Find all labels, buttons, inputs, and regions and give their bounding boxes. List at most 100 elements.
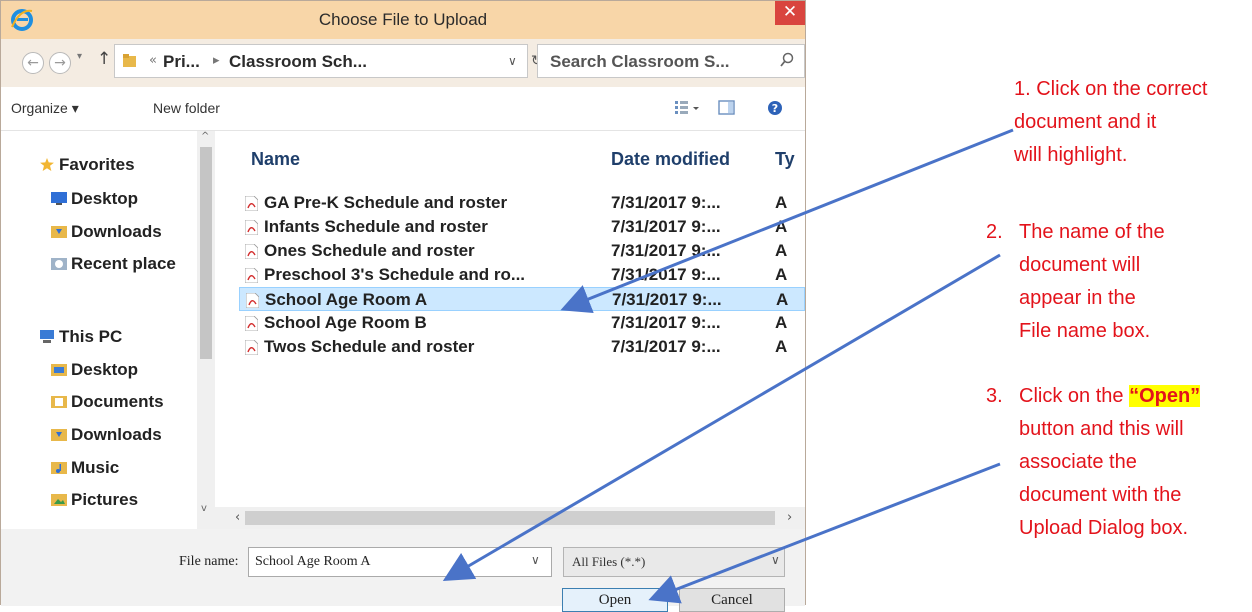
file-date-modified: 7/31/2017 9:... bbox=[611, 265, 721, 284]
file-row[interactable]: Ones Schedule and roster 7/31/2017 9:... A bbox=[239, 239, 805, 263]
nav-recent-places[interactable]: Recent place bbox=[51, 254, 176, 274]
step-1-line-3: will highlight. bbox=[1014, 144, 1128, 166]
nav-pc-downloads-label: Downloads bbox=[71, 425, 162, 444]
file-list-horizontal-scrollbar[interactable]: ‹ › bbox=[215, 507, 805, 529]
pdf-file-icon bbox=[245, 340, 258, 355]
nav-pc-downloads[interactable]: Downloads bbox=[51, 425, 162, 445]
nav-music[interactable]: Music bbox=[51, 458, 119, 478]
folder-icon bbox=[123, 54, 136, 67]
pdf-file-icon bbox=[245, 220, 258, 235]
search-input[interactable]: Search Classroom S... bbox=[550, 52, 730, 72]
breadcrumb-item-pri[interactable]: Pri... bbox=[163, 52, 200, 72]
forward-button[interactable]: → bbox=[49, 52, 71, 74]
nav-scrollbar-thumb[interactable] bbox=[200, 147, 212, 359]
open-button[interactable]: Open bbox=[562, 588, 668, 612]
nav-pictures[interactable]: Pictures bbox=[51, 490, 138, 510]
help-icon[interactable]: ? bbox=[766, 99, 784, 117]
nav-this-pc[interactable]: This PC bbox=[39, 327, 122, 347]
file-name: Ones Schedule and roster bbox=[264, 241, 475, 260]
file-name-input[interactable]: School Age Room A bbox=[248, 547, 552, 577]
nav-recent-places-label: Recent place bbox=[71, 254, 176, 273]
search-box[interactable]: Search Classroom S... bbox=[537, 44, 805, 78]
address-bar: ← → ▾ ↑ « Pri... ▸ Classroom Sch... ∨ ↻ … bbox=[1, 39, 805, 87]
file-date-modified: 7/31/2017 9:... bbox=[611, 193, 721, 212]
chevron-right-icon: ▸ bbox=[213, 53, 220, 68]
preview-pane-icon[interactable] bbox=[717, 99, 737, 117]
nav-downloads[interactable]: Downloads bbox=[51, 222, 162, 242]
navigation-pane: Favorites Desktop Downloads Recent place… bbox=[1, 131, 215, 529]
pdf-file-icon bbox=[245, 196, 258, 211]
computer-icon bbox=[40, 330, 54, 343]
command-bar: Organize ▾ New folder ? bbox=[1, 87, 805, 131]
file-name: Twos Schedule and roster bbox=[264, 337, 475, 356]
file-type: A bbox=[775, 313, 788, 332]
nav-pc-desktop[interactable]: Desktop bbox=[51, 360, 138, 380]
desktop-icon bbox=[51, 192, 67, 205]
file-type-chevron-icon[interactable]: ∨ bbox=[771, 553, 780, 567]
back-button[interactable]: ← bbox=[22, 52, 44, 74]
breadcrumb-item-classroom[interactable]: Classroom Sch... bbox=[229, 52, 367, 72]
file-type-select[interactable]: All Files (*.*) bbox=[563, 547, 785, 577]
search-icon[interactable] bbox=[780, 52, 794, 68]
file-upload-dialog: Choose File to Upload ✕ ← → ▾ ↑ « Pri...… bbox=[0, 0, 806, 612]
cancel-button[interactable]: Cancel bbox=[679, 588, 785, 612]
column-header-date-modified[interactable]: Date modified bbox=[611, 149, 730, 170]
breadcrumb[interactable]: « Pri... ▸ Classroom Sch... ∨ ↻ bbox=[114, 44, 543, 78]
file-row[interactable]: Infants Schedule and roster 7/31/2017 9:.… bbox=[239, 215, 805, 239]
file-name: School Age Room A bbox=[265, 290, 428, 309]
file-type: A bbox=[775, 265, 788, 284]
file-name: GA Pre-K Schedule and roster bbox=[264, 193, 508, 212]
organize-menu[interactable]: Organize ▾ bbox=[11, 100, 79, 117]
file-row[interactable]: Twos Schedule and roster 7/31/2017 9:... A bbox=[239, 335, 805, 359]
nav-documents-label: Documents bbox=[71, 392, 164, 411]
step-3-line-3: associate the bbox=[1019, 451, 1137, 473]
file-row[interactable]: GA Pre-K Schedule and roster 7/31/2017 9:… bbox=[239, 191, 805, 215]
file-type: A bbox=[775, 337, 788, 356]
step-3-line-2: button and this will bbox=[1019, 418, 1184, 440]
file-date-modified: 7/31/2017 9:... bbox=[611, 217, 721, 236]
file-row[interactable]: Preschool 3's Schedule and ro... 7/31/201… bbox=[239, 263, 805, 287]
documents-folder-icon bbox=[51, 396, 67, 408]
horizontal-scrollbar-thumb[interactable] bbox=[245, 511, 775, 525]
nav-favorites[interactable]: Favorites bbox=[39, 155, 135, 175]
file-date-modified: 7/31/2017 9:... bbox=[611, 241, 721, 260]
open-highlight: “Open” bbox=[1129, 385, 1201, 407]
step-3-number: 3. bbox=[986, 385, 1003, 407]
column-header-name[interactable]: Name bbox=[251, 149, 300, 170]
file-row[interactable]: School Age Room B 7/31/2017 9:... A bbox=[239, 311, 805, 335]
star-icon bbox=[40, 158, 54, 171]
file-row[interactable]: School Age Room A 7/31/2017 9:... A bbox=[239, 287, 805, 311]
file-date-modified: 7/31/2017 9:... bbox=[611, 337, 721, 356]
file-name-area: File name: School Age Room A ∨ All Files… bbox=[1, 529, 805, 612]
chevron-down-icon[interactable]: ∨ bbox=[508, 54, 517, 68]
scroll-left-icon[interactable]: ‹ bbox=[235, 510, 240, 525]
breadcrumb-overflow[interactable]: « bbox=[149, 53, 157, 68]
nav-pc-desktop-label: Desktop bbox=[71, 360, 139, 379]
file-type: A bbox=[775, 241, 788, 260]
step-3-line-5: Upload Dialog box. bbox=[1019, 517, 1188, 539]
file-list: Name Date modified Ty GA Pre-K Schedule … bbox=[231, 131, 805, 507]
close-button[interactable]: ✕ bbox=[775, 1, 805, 25]
file-type: A bbox=[775, 193, 788, 212]
scroll-right-icon[interactable]: › bbox=[787, 510, 792, 525]
title-bar: Choose File to Upload ✕ bbox=[1, 1, 805, 39]
back-arrow-icon: ← bbox=[27, 55, 39, 71]
file-name-dropdown-chevron-icon[interactable]: ∨ bbox=[531, 553, 540, 567]
file-name-label: File name: bbox=[179, 554, 239, 569]
svg-text:?: ? bbox=[772, 102, 778, 115]
nav-scrollbar[interactable]: ^ v bbox=[197, 131, 215, 529]
forward-arrow-icon: → bbox=[54, 55, 66, 71]
scroll-down-icon[interactable]: v bbox=[201, 503, 207, 514]
step-2-line-1: The name of the bbox=[1019, 221, 1165, 243]
nav-documents[interactable]: Documents bbox=[51, 392, 164, 412]
pdf-file-icon bbox=[246, 293, 259, 308]
step-3-text: Click on the bbox=[1019, 385, 1130, 407]
up-arrow-icon[interactable]: ↑ bbox=[97, 49, 111, 69]
scroll-up-icon[interactable]: ^ bbox=[201, 131, 209, 142]
column-header-type[interactable]: Ty bbox=[775, 149, 795, 170]
nav-desktop[interactable]: Desktop bbox=[51, 189, 138, 209]
nav-this-pc-label: This PC bbox=[59, 327, 123, 346]
change-view-icon[interactable] bbox=[673, 99, 701, 117]
new-folder-button[interactable]: New folder bbox=[153, 100, 220, 116]
recent-locations-chevron-icon[interactable]: ▾ bbox=[77, 51, 82, 62]
